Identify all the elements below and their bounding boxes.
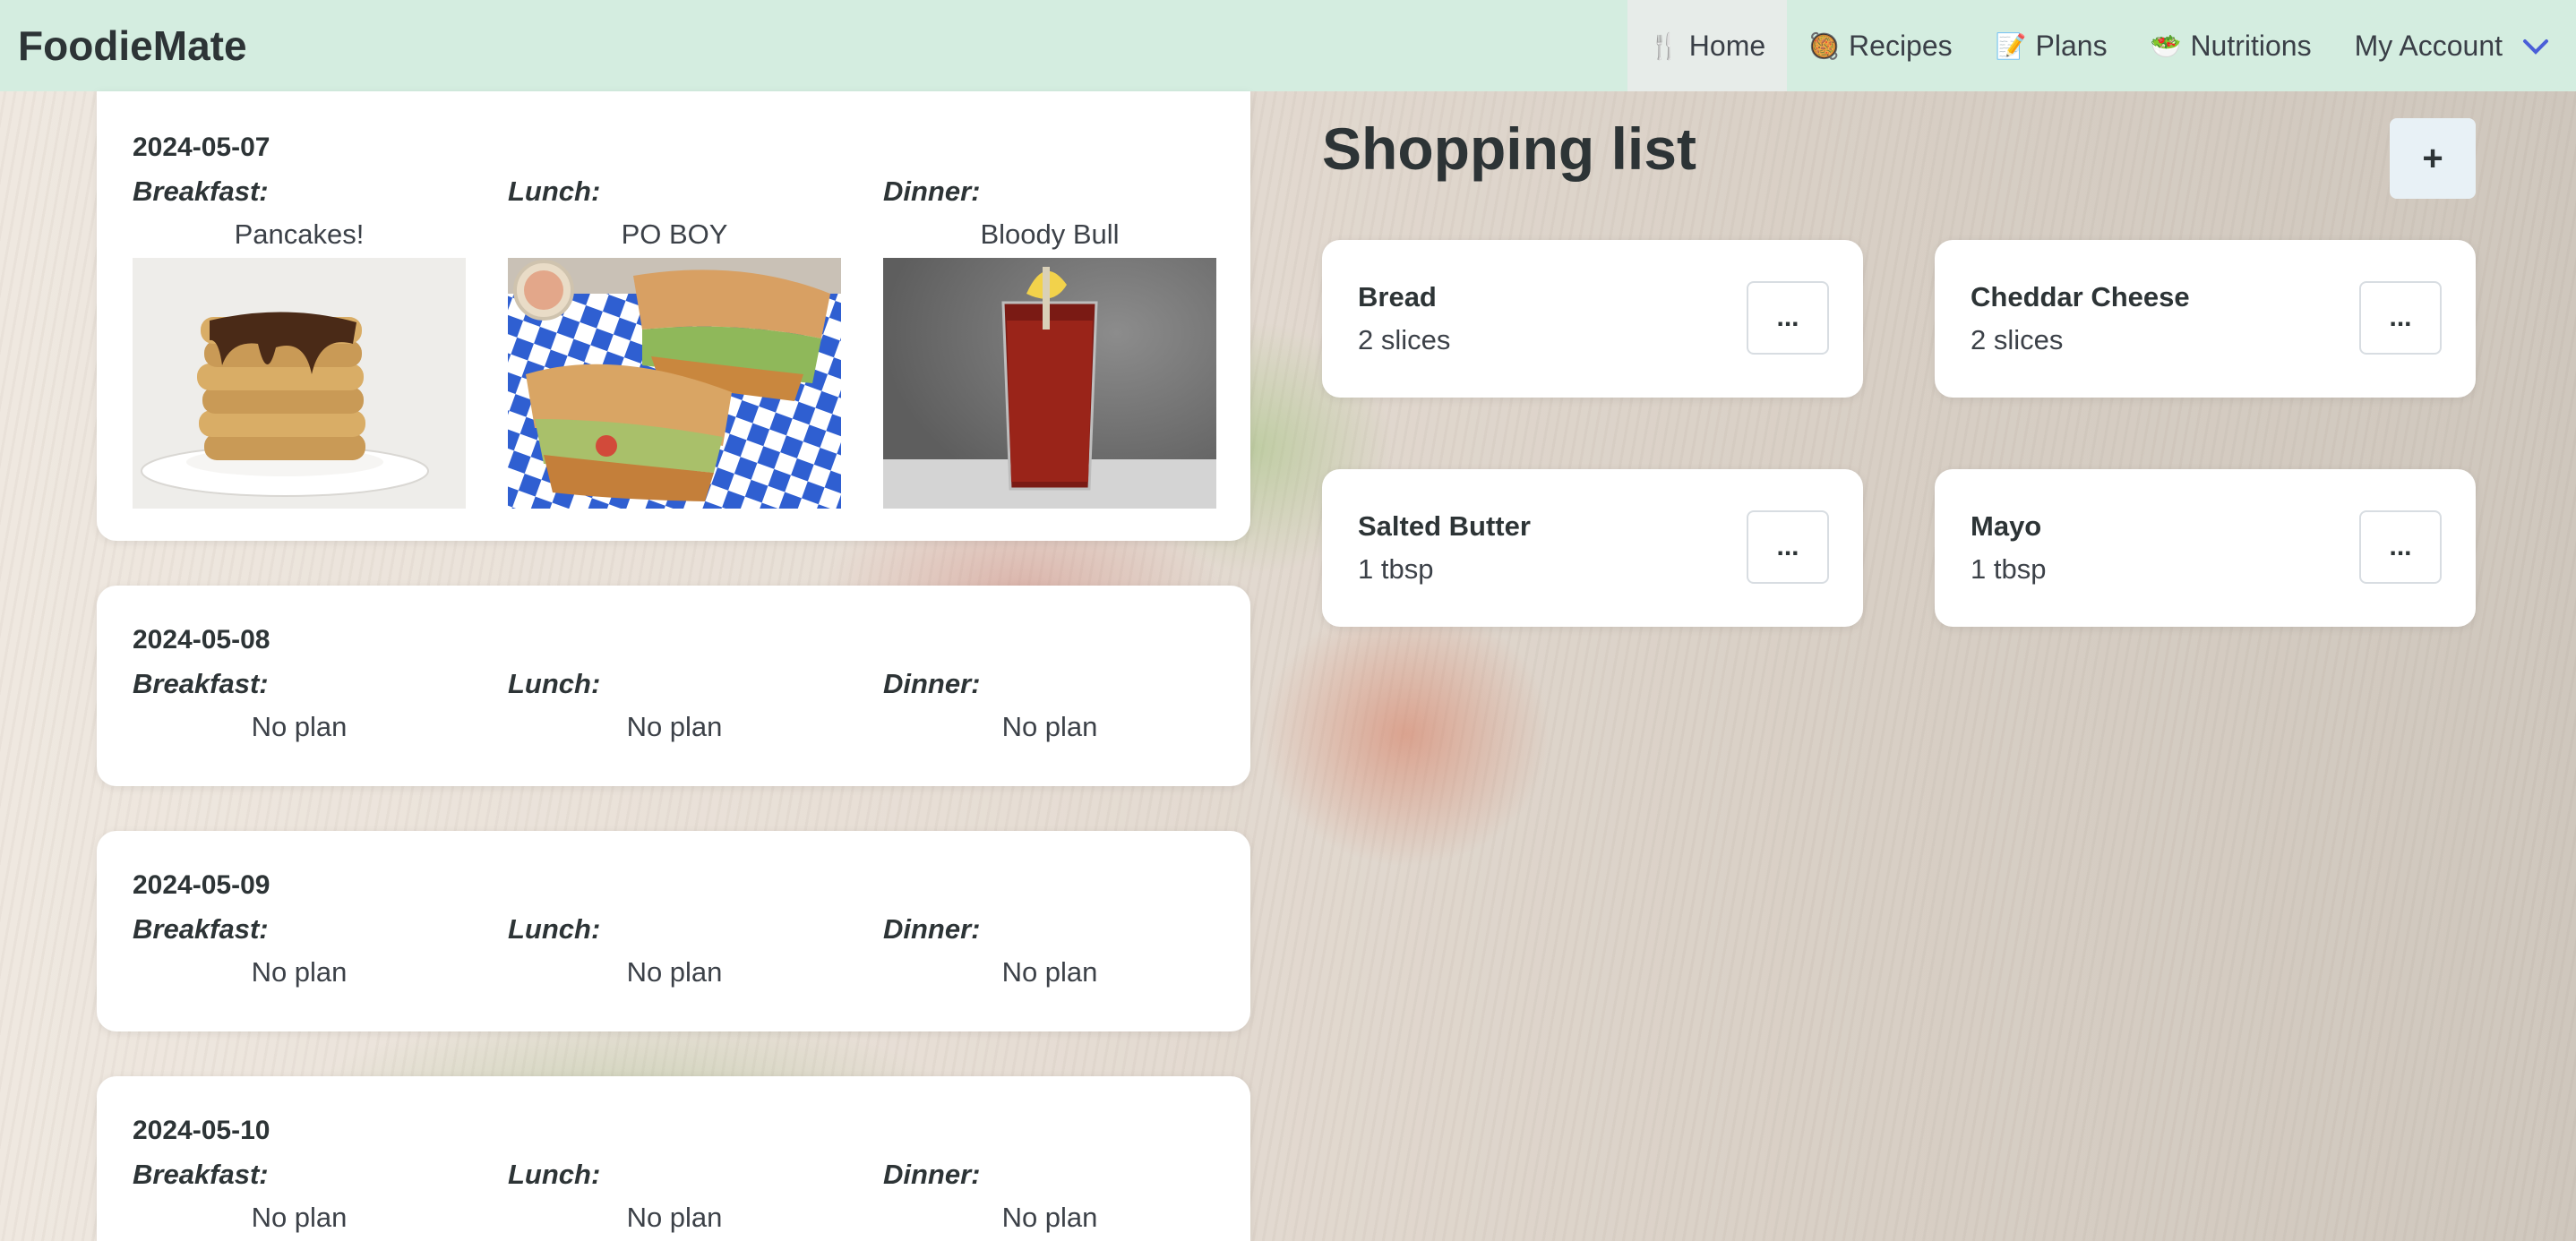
shopping-item-quantity: 1 tbsp: [1358, 553, 1434, 585]
day-date: 2024-05-07: [133, 133, 270, 162]
more-options-button[interactable]: ...: [1747, 510, 1829, 584]
shopping-item-name: Mayo: [1971, 510, 2042, 542]
lunch-label: Lunch:: [508, 913, 601, 945]
day-plan-card: 2024-05-07 Breakfast: Pancakes! Lunch: P…: [97, 91, 1250, 541]
shopping-item-card: Mayo 1 tbsp ...: [1935, 469, 2476, 627]
shopping-list-title: Shopping list: [1322, 116, 1696, 182]
lunch-column: Lunch: PO BOY: [508, 175, 841, 509]
more-options-button[interactable]: ...: [1747, 281, 1829, 355]
lunch-meal-name[interactable]: PO BOY: [508, 218, 841, 251]
breakfast-label: Breakfast:: [133, 668, 269, 699]
nav-nutritions-label: Nutritions: [2190, 29, 2312, 62]
shopping-item-name: Cheddar Cheese: [1971, 281, 2190, 312]
lunch-label: Lunch:: [508, 1159, 601, 1190]
shopping-item-name: Salted Butter: [1358, 510, 1531, 542]
lunch-column: Lunch: No plan: [508, 913, 841, 988]
dinner-column: Dinner: Bloody Bull: [883, 175, 1216, 509]
dinner-label: Dinner:: [883, 1159, 981, 1190]
breakfast-column: Breakfast: No plan: [133, 668, 466, 742]
shopping-item-name: Bread: [1358, 281, 1437, 312]
more-options-button[interactable]: ...: [2359, 510, 2442, 584]
shopping-item-card: Cheddar Cheese 2 slices ...: [1935, 240, 2476, 398]
nav-home-label: Home: [1688, 29, 1766, 62]
breakfast-column: Breakfast: No plan: [133, 1159, 466, 1233]
nav-my-account[interactable]: My Account: [2333, 0, 2576, 91]
dinner-meal-name: No plan: [1001, 711, 1098, 742]
nav-recipes[interactable]: 🥘 Recipes: [1787, 0, 1973, 91]
pancakes-image[interactable]: [133, 258, 466, 509]
nav-plans-label: Plans: [2035, 29, 2108, 62]
breakfast-label: Breakfast:: [133, 175, 269, 207]
day-date: 2024-05-09: [133, 870, 270, 900]
nav-home[interactable]: 🍴 Home: [1627, 0, 1788, 91]
day-plan-card: 2024-05-08 Breakfast: No plan Lunch: No …: [97, 586, 1250, 786]
breakfast-meal-name: No plan: [251, 1202, 348, 1233]
breakfast-meal-name[interactable]: Pancakes!: [133, 218, 466, 251]
shopping-item-quantity: 1 tbsp: [1971, 553, 2047, 585]
memo-icon: 📝: [1995, 31, 2027, 60]
nav-nutritions[interactable]: 🥗 Nutritions: [2129, 0, 2333, 91]
breakfast-column: Breakfast: No plan: [133, 913, 466, 988]
lunch-meal-name: No plan: [626, 956, 723, 988]
breakfast-label: Breakfast:: [133, 1159, 269, 1190]
fork-knife-icon: 🍴: [1648, 31, 1680, 60]
dinner-column: Dinner: No plan: [883, 913, 1216, 988]
dinner-meal-name: No plan: [1001, 956, 1098, 988]
po-boy-image[interactable]: [508, 258, 841, 509]
breakfast-column: Breakfast: Pancakes!: [133, 175, 466, 509]
add-shopping-item-button[interactable]: +: [2390, 118, 2476, 199]
shopping-item-quantity: 2 slices: [1358, 324, 1451, 355]
salad-icon: 🥗: [2150, 31, 2182, 60]
dinner-label: Dinner:: [883, 668, 981, 699]
pan-icon: 🥘: [1808, 31, 1841, 60]
dinner-column: Dinner: No plan: [883, 1159, 1216, 1233]
dinner-label: Dinner:: [883, 913, 981, 945]
dinner-label: Dinner:: [883, 175, 981, 207]
dinner-column: Dinner: No plan: [883, 668, 1216, 742]
dinner-meal-name[interactable]: Bloody Bull: [883, 218, 1216, 251]
lunch-label: Lunch:: [508, 175, 601, 207]
day-date: 2024-05-10: [133, 1116, 270, 1145]
nav-plans[interactable]: 📝 Plans: [1974, 0, 2129, 91]
bloody-bull-image[interactable]: [883, 258, 1216, 509]
nav-menu: 🍴 Home 🥘 Recipes 📝 Plans 🥗 Nutritions My…: [1627, 0, 2576, 91]
lunch-column: Lunch: No plan: [508, 1159, 841, 1233]
lunch-meal-name: No plan: [626, 1202, 723, 1233]
day-plan-card: 2024-05-09 Breakfast: No plan Lunch: No …: [97, 831, 1250, 1031]
shopping-item-quantity: 2 slices: [1971, 324, 2064, 355]
breakfast-meal-name: No plan: [251, 711, 348, 742]
brand-logo[interactable]: FoodieMate: [18, 21, 247, 70]
dinner-meal-name: No plan: [1001, 1202, 1098, 1233]
lunch-column: Lunch: No plan: [508, 668, 841, 742]
breakfast-label: Breakfast:: [133, 913, 269, 945]
lunch-label: Lunch:: [508, 668, 601, 699]
shopping-item-card: Bread 2 slices ...: [1322, 240, 1863, 398]
chevron-down-icon: [2522, 30, 2549, 63]
shopping-item-card: Salted Butter 1 tbsp ...: [1322, 469, 1863, 627]
navbar: FoodieMate 🍴 Home 🥘 Recipes 📝 Plans 🥗 Nu…: [0, 0, 2576, 91]
nav-recipes-label: Recipes: [1849, 29, 1953, 62]
lunch-meal-name: No plan: [626, 711, 723, 742]
more-options-button[interactable]: ...: [2359, 281, 2442, 355]
day-date: 2024-05-08: [133, 625, 270, 655]
nav-my-account-label: My Account: [2354, 29, 2503, 62]
day-plan-card: 2024-05-10 Breakfast: No plan Lunch: No …: [97, 1076, 1250, 1241]
breakfast-meal-name: No plan: [251, 956, 348, 988]
